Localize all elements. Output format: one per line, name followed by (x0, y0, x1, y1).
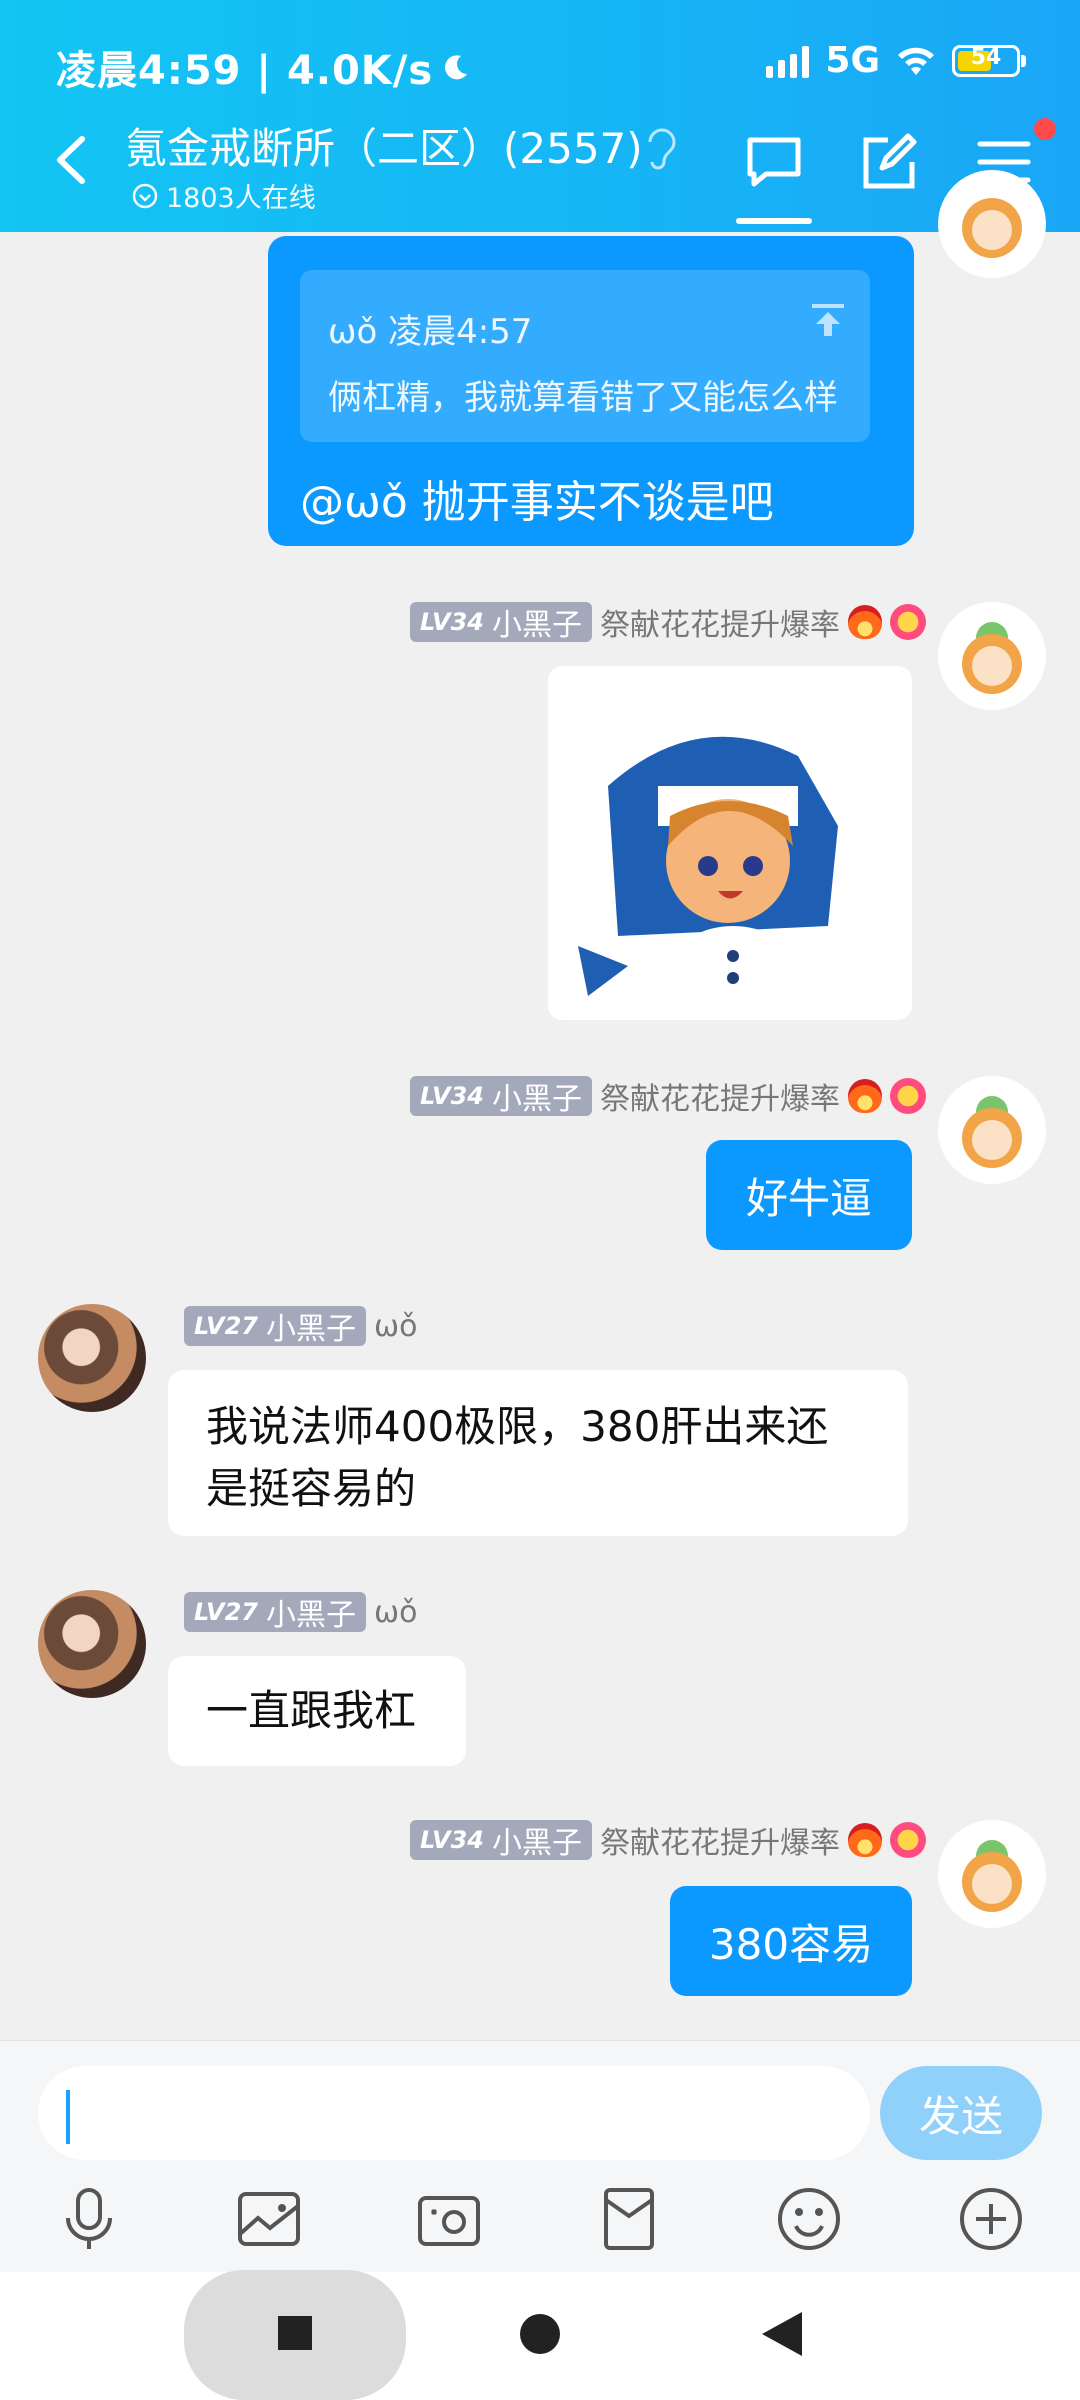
ear-icon[interactable] (640, 124, 680, 172)
edit-icon[interactable] (858, 132, 918, 192)
sender-name: 小黑子 (265, 1312, 356, 1347)
moon-icon (445, 55, 468, 80)
online-count-text: 1803人在线 (166, 183, 316, 214)
emoji-icon[interactable] (774, 2184, 844, 2254)
network-type: 5G (825, 40, 880, 81)
battery-level: 54 (970, 44, 1002, 70)
home-button[interactable] (520, 2314, 560, 2354)
level-badge: LV27 小黑子 (184, 1592, 366, 1633)
message-text: @ωǒ 抛开事实不谈是吧 (300, 477, 774, 528)
level-text: LV27 (194, 1312, 258, 1340)
sender-meta: LV27 小黑子 ωǒ (184, 1592, 418, 1633)
fire-icon (848, 1079, 882, 1113)
level-text: LV34 (420, 608, 484, 636)
sender-title: ωǒ (373, 1308, 418, 1344)
sender-title: ωǒ (373, 1594, 418, 1630)
recents-icon (278, 2316, 312, 2350)
status-indicators: 5G 54 (766, 40, 1026, 81)
microphone-icon[interactable] (54, 2184, 124, 2254)
online-badge-icon (132, 183, 158, 208)
avatar[interactable] (938, 1820, 1046, 1928)
my-message-bubble[interactable]: 380容易 (670, 1886, 912, 1996)
sender-name: 小黑子 (492, 1826, 582, 1861)
level-badge: LV34 小黑子 (410, 1076, 592, 1117)
back-icon[interactable] (52, 135, 92, 185)
sender-meta: LV34 小黑子 祭献花花提升爆率 (410, 1076, 926, 1117)
sticker-image[interactable] (548, 666, 912, 1020)
back-button[interactable] (762, 2312, 802, 2356)
status-time: 凌晨4:59 | 4.0K/s (56, 38, 471, 96)
sender-meta: LV34 小黑子 祭献花花提升爆率 (410, 1820, 926, 1861)
chat-header: 凌晨4:59 | 4.0K/s 5G 54 氪金戒断所（二区）(2557) 18… (0, 0, 1080, 232)
online-count: 1803人在线 (132, 176, 316, 215)
avatar[interactable] (938, 602, 1046, 710)
quoted-text: 俩杠精，我就算看错了又能怎么样 (328, 378, 838, 418)
jump-to-top-icon[interactable] (808, 300, 848, 340)
sender-name: 小黑子 (265, 1598, 356, 1633)
quoted-author: ωǒ 凌晨4:57 (328, 312, 533, 352)
signal-icon (766, 44, 810, 78)
text-caret (66, 2090, 70, 2144)
status-time-text: 凌晨4:59 | 4.0K/s (56, 48, 434, 94)
avatar[interactable] (38, 1304, 146, 1412)
fire-icon (848, 1823, 882, 1857)
status-bar: 凌晨4:59 | 4.0K/s 5G 54 (0, 0, 1080, 120)
active-tab-indicator (736, 218, 812, 224)
level-badge: LV27 小黑子 (184, 1306, 366, 1347)
level-badge: LV34 小黑子 (410, 602, 592, 643)
sender-name: 小黑子 (492, 608, 582, 643)
level-text: LV34 (420, 1082, 484, 1110)
avatar[interactable] (938, 170, 1046, 278)
send-button[interactable]: 发送 (880, 2066, 1042, 2160)
avatar[interactable] (38, 1590, 146, 1698)
message-text: 好牛逼 (745, 1173, 872, 1223)
image-icon[interactable] (234, 2184, 304, 2254)
message-text: 380容易 (708, 1919, 874, 1969)
flower-icon (890, 1822, 926, 1858)
message-text: 一直跟我杠 (206, 1686, 417, 1735)
message-text: 我说法师400极限，380肝出来还是挺容易的 (206, 1402, 829, 1513)
level-text: LV27 (194, 1598, 258, 1626)
level-badge: LV34 小黑子 (410, 1820, 592, 1861)
quoted-message[interactable]: ωǒ 凌晨4:57 俩杠精，我就算看错了又能怎么样 (300, 270, 870, 442)
red-packet-icon[interactable] (594, 2184, 664, 2254)
flower-icon (890, 604, 926, 640)
sender-name: 小黑子 (492, 1082, 582, 1117)
level-text: LV34 (420, 1826, 484, 1854)
message-bubble[interactable]: 一直跟我杠 (168, 1656, 466, 1766)
message-input[interactable] (38, 2066, 870, 2160)
my-message-bubble[interactable]: 好牛逼 (706, 1140, 912, 1250)
group-title[interactable]: 氪金戒断所（二区）(2557) (125, 115, 643, 176)
avatar[interactable] (938, 1076, 1046, 1184)
chat-icon[interactable] (744, 132, 804, 192)
battery-icon: 54 (952, 44, 1026, 77)
notification-dot (1034, 118, 1056, 140)
fire-icon (848, 605, 882, 639)
sender-meta: LV34 小黑子 祭献花花提升爆率 (410, 602, 926, 643)
sender-title: 祭献花花提升爆率 (600, 1826, 840, 1861)
shark-hood-girl-sticker (578, 736, 838, 1006)
sender-title: 祭献花花提升爆率 (600, 608, 840, 643)
sender-meta: LV27 小黑子 ωǒ (184, 1306, 418, 1347)
wifi-icon (898, 47, 934, 75)
plus-icon[interactable] (956, 2184, 1026, 2254)
message-bubble[interactable]: 我说法师400极限，380肝出来还是挺容易的 (168, 1370, 908, 1536)
sender-title: 祭献花花提升爆率 (600, 1082, 840, 1117)
camera-icon[interactable] (414, 2184, 484, 2254)
flower-icon (890, 1078, 926, 1114)
